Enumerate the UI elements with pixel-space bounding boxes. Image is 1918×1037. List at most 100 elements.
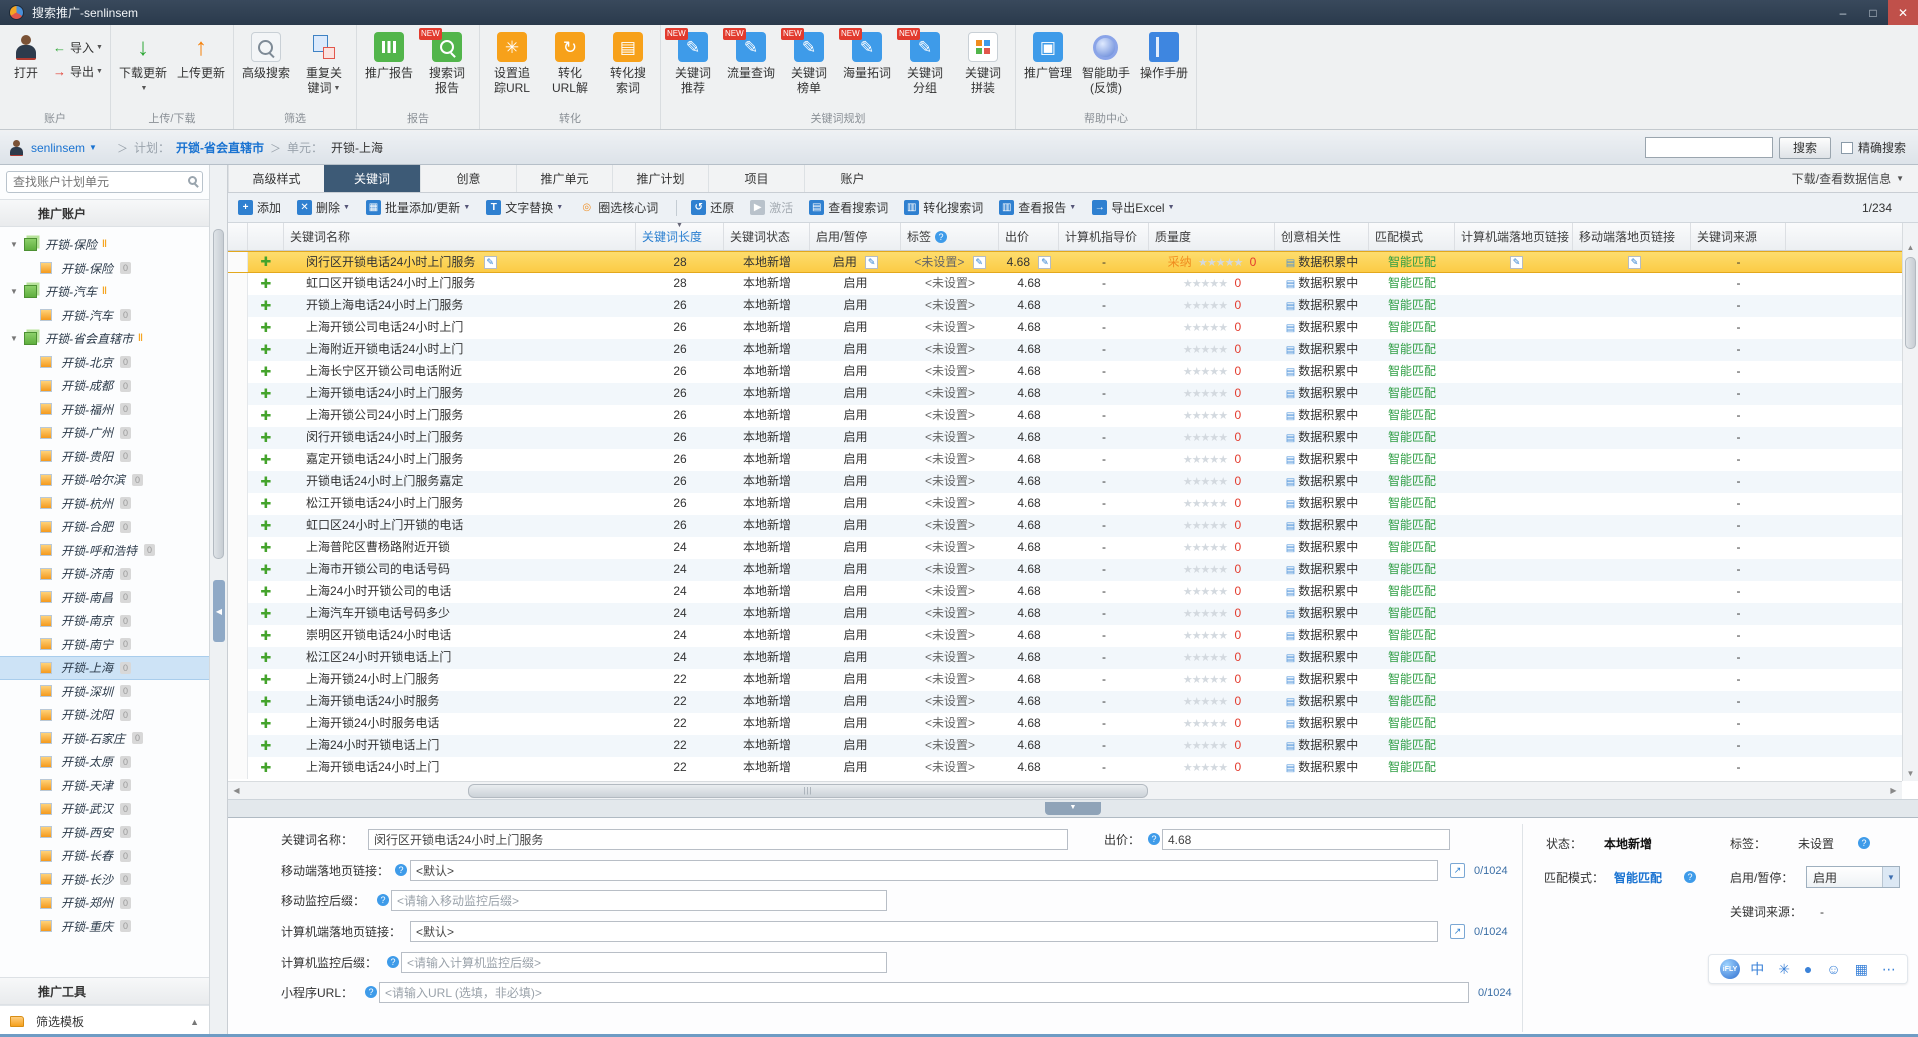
table-row[interactable]: ✚ 上海市开锁公司的电话号码 24 本地新增 启用 <未设置>: [228, 559, 1902, 581]
enable-pause-cell[interactable]: 启用: [810, 581, 901, 603]
unit-row[interactable]: 开锁-哈尔滨 0: [0, 468, 209, 492]
tag-cell[interactable]: <未设置>: [901, 603, 999, 625]
pc-landing-cell[interactable]: [1455, 713, 1573, 735]
tab[interactable]: 项目: [708, 165, 804, 192]
mobile-landing-cell[interactable]: [1573, 757, 1691, 779]
sidebar-scrollbar[interactable]: ◀: [210, 165, 228, 1037]
miniapp-url-input[interactable]: [379, 982, 1469, 1003]
match-mode-cell[interactable]: 智能匹配: [1369, 493, 1455, 515]
sidebar-scrollbar-thumb[interactable]: [213, 229, 224, 559]
keyword-name-cell[interactable]: 上海普陀区曹杨路附近开锁: [284, 537, 636, 559]
enable-pause-cell[interactable]: 启用: [810, 405, 901, 427]
campaign-row[interactable]: ▼ 开锁-汽车 ‖: [0, 280, 209, 304]
add-keyword-cell[interactable]: ✚: [248, 515, 284, 537]
ribbon-button[interactable]: ↑ 上传更新: [172, 25, 230, 103]
tag-cell[interactable]: <未设置>: [901, 383, 999, 405]
export-button[interactable]: → 导出 ▼: [49, 59, 107, 83]
tag-cell[interactable]: <未设置>: [901, 669, 999, 691]
enable-pause-cell[interactable]: 启用: [810, 295, 901, 317]
enable-pause-cell[interactable]: 启用: [810, 669, 901, 691]
keyword-name-cell[interactable]: 开锁上海电话24小时上门服务: [284, 295, 636, 317]
plus-icon[interactable]: ✚: [261, 738, 272, 753]
bid-cell[interactable]: 4.68: [999, 515, 1059, 537]
help-icon[interactable]: ?: [387, 956, 399, 968]
mobile-landing-cell[interactable]: [1573, 713, 1691, 735]
unit-row[interactable]: 开锁-广州 0: [0, 421, 209, 445]
plus-icon[interactable]: ✚: [261, 716, 272, 731]
help-icon[interactable]: ?: [1858, 837, 1870, 849]
enable-pause-cell[interactable]: 启用: [810, 757, 901, 779]
mobile-landing-cell[interactable]: [1573, 361, 1691, 383]
enable-pause-cell[interactable]: 启用: [810, 735, 901, 757]
mobile-landing-cell[interactable]: [1573, 295, 1691, 317]
scroll-down-icon[interactable]: ▼: [1903, 766, 1918, 781]
add-keyword-cell[interactable]: ✚: [248, 691, 284, 713]
bid-cell[interactable]: 4.68: [999, 647, 1059, 669]
horizontal-scrollbar[interactable]: ◀ ||| ▶: [228, 781, 1902, 799]
bid-cell[interactable]: 4.68 ✎: [999, 252, 1059, 272]
mobile-landing-cell[interactable]: [1573, 383, 1691, 405]
bid-cell[interactable]: 4.68: [999, 537, 1059, 559]
column-header[interactable]: 创意相关性: [1275, 223, 1369, 250]
accounts-section-header[interactable]: 推广账户: [0, 199, 209, 227]
unit-row[interactable]: 开锁-济南 0: [0, 562, 209, 586]
tag-cell[interactable]: <未设置>: [901, 273, 999, 295]
keyword-name-cell[interactable]: 松江开锁电话24小时上门服务: [284, 493, 636, 515]
column-header[interactable]: 关键词来源: [1691, 223, 1786, 250]
unit-row[interactable]: 开锁-天津 0: [0, 774, 209, 798]
unit-row[interactable]: 开锁-南昌 0: [0, 586, 209, 610]
table-row[interactable]: ✚ 闵行开锁电话24小时上门服务 26 本地新增 启用 <未设置>: [228, 427, 1902, 449]
pc-landing-cell[interactable]: ✎: [1455, 252, 1573, 272]
match-mode-cell[interactable]: 智能匹配: [1369, 559, 1455, 581]
bid-cell[interactable]: 4.68: [999, 559, 1059, 581]
plus-icon[interactable]: ✚: [261, 474, 272, 489]
tag-cell[interactable]: <未设置>: [901, 735, 999, 757]
action-button[interactable]: + 添加: [238, 199, 281, 216]
match-mode-cell[interactable]: 智能匹配: [1369, 735, 1455, 757]
chinese-mode-icon[interactable]: 中: [1750, 959, 1764, 979]
table-row[interactable]: ✚ 嘉定开锁电话24小时上门服务 26 本地新增 启用 <未设置>: [228, 449, 1902, 471]
mobile-landing-cell[interactable]: [1573, 603, 1691, 625]
pc-landing-cell[interactable]: [1455, 427, 1573, 449]
unit-row[interactable]: 开锁-沈阳 0: [0, 703, 209, 727]
bid-cell[interactable]: 4.68: [999, 339, 1059, 361]
keyword-name-cell[interactable]: 上海开锁24小时服务电话: [284, 713, 636, 735]
ribbon-button[interactable]: NEW ✎ 海量拓词: [838, 25, 896, 103]
unit-row[interactable]: 开锁-成都 0: [0, 374, 209, 398]
table-row[interactable]: ✚ 闵行区开锁电话24小时上门服务 ✎ 28 本地新增 启用 ✎ <未设置> ✎: [228, 251, 1902, 273]
bid-cell[interactable]: 4.68: [999, 757, 1059, 779]
mobile-suffix-input[interactable]: [391, 890, 887, 911]
action-button[interactable]: ↺ 还原: [691, 199, 734, 216]
pc-landing-cell[interactable]: [1455, 537, 1573, 559]
mobile-landing-cell[interactable]: [1573, 427, 1691, 449]
edit-icon[interactable]: ✎: [865, 256, 878, 269]
table-row[interactable]: ✚ 上海开锁电话24小时服务 22 本地新增 启用 <未设置>: [228, 691, 1902, 713]
table-row[interactable]: ✚ 崇明区开锁电话24小时电话 24 本地新增 启用 <未设置>: [228, 625, 1902, 647]
table-row[interactable]: ✚ 上海24小时开锁公司的电话 24 本地新增 启用 <未设置>: [228, 581, 1902, 603]
tab[interactable]: 推广单元: [516, 165, 612, 192]
table-row[interactable]: ✚ 开锁上海电话24小时上门服务 26 本地新增 启用 <未设置>: [228, 295, 1902, 317]
ribbon-button[interactable]: ↻ 转化 URL解: [541, 25, 599, 103]
match-mode-cell[interactable]: 智能匹配: [1369, 427, 1455, 449]
match-mode-cell[interactable]: 智能匹配: [1369, 625, 1455, 647]
match-mode-cell[interactable]: 智能匹配: [1369, 339, 1455, 361]
tag-cell[interactable]: <未设置>: [901, 427, 999, 449]
ribbon-button[interactable]: ▣ 推广管理: [1019, 25, 1077, 103]
horizontal-scrollbar-thumb[interactable]: |||: [468, 784, 1148, 798]
unit-row[interactable]: 开锁-贵阳 0: [0, 445, 209, 469]
add-keyword-cell[interactable]: ✚: [248, 493, 284, 515]
pc-landing-cell[interactable]: [1455, 515, 1573, 537]
edit-icon[interactable]: ✎: [484, 256, 497, 269]
table-row[interactable]: ✚ 松江区24小时开锁电话上门 24 本地新增 启用 <未设置>: [228, 647, 1902, 669]
add-keyword-cell[interactable]: ✚: [248, 537, 284, 559]
plus-icon[interactable]: ✚: [261, 408, 272, 423]
add-keyword-cell[interactable]: ✚: [248, 427, 284, 449]
column-header[interactable]: 计算机端落地页链接: [1455, 223, 1573, 250]
sidebar-collapse-handle[interactable]: ◀: [213, 580, 225, 642]
match-mode-cell[interactable]: 智能匹配: [1369, 647, 1455, 669]
bid-cell[interactable]: 4.68: [999, 669, 1059, 691]
action-button[interactable]: ▤ 查看搜索词: [809, 199, 888, 216]
keyword-name-cell[interactable]: 上海市开锁公司的电话号码: [284, 559, 636, 581]
enable-pause-select[interactable]: 启用 ▼: [1806, 866, 1900, 888]
ribbon-button[interactable]: NEW 搜索词 报告: [418, 25, 476, 103]
